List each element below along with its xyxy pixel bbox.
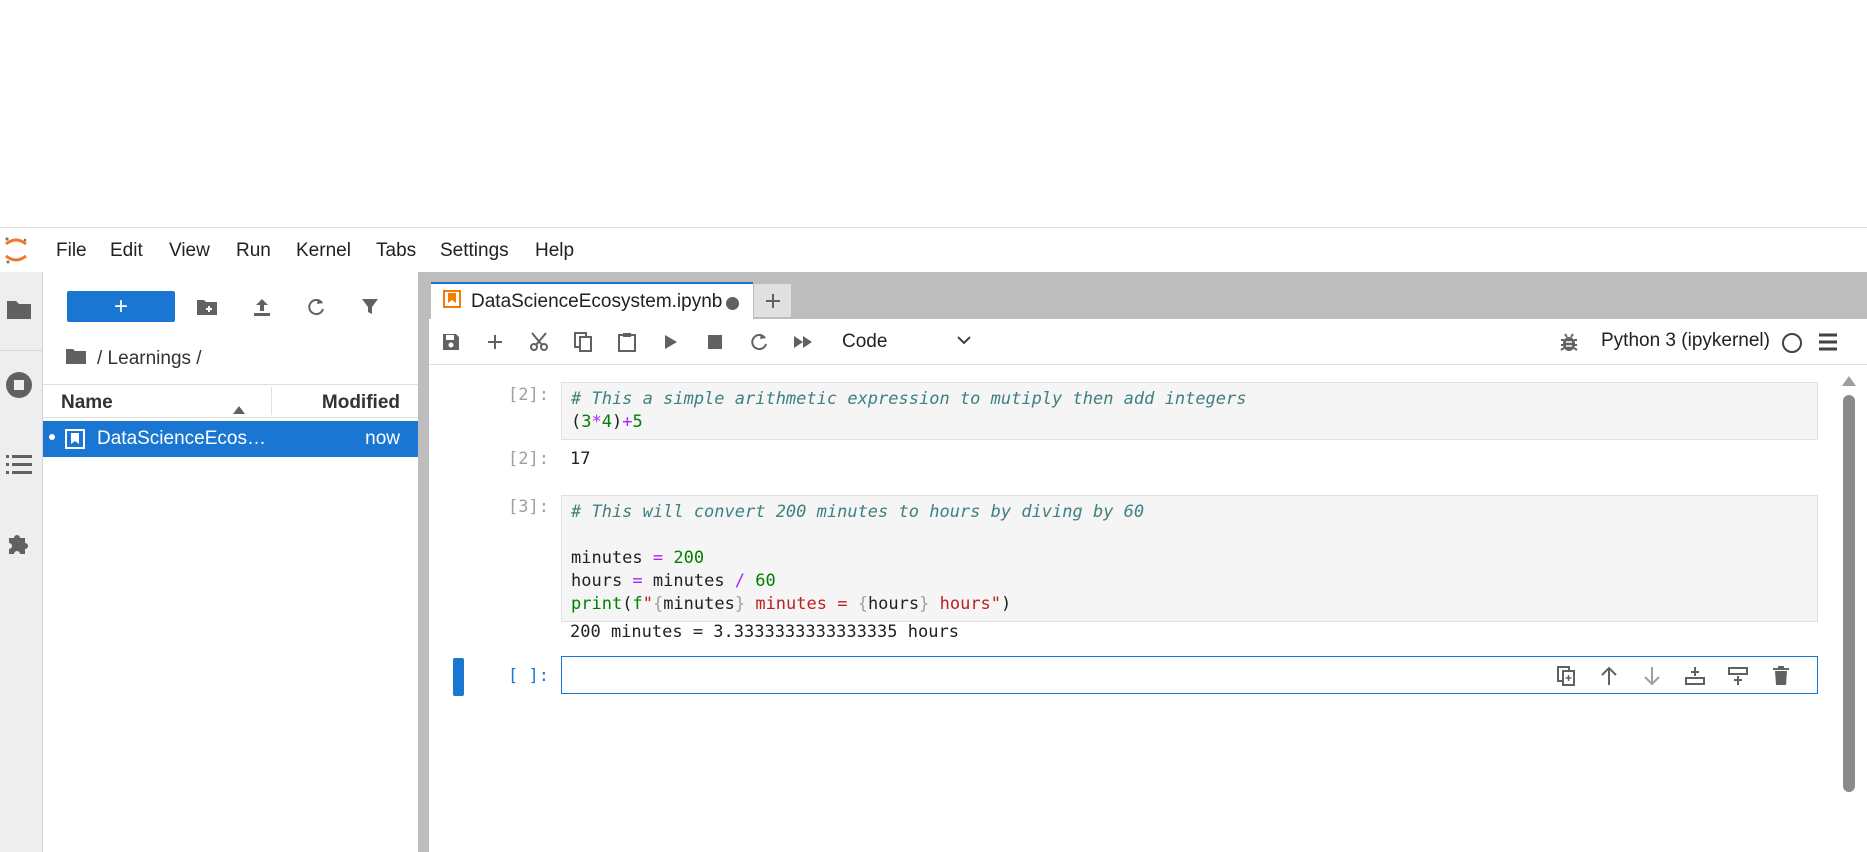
code-line: (3*4)+5 (571, 412, 643, 432)
cell-output: 17 (570, 449, 591, 469)
running-terminals-icon[interactable] (4, 370, 34, 400)
column-divider[interactable] (271, 387, 272, 415)
code-line: # This will convert 200 minutes to hours… (571, 502, 1145, 522)
main-area: DataScienceEcosystem.ipynb Code Python 3… (429, 272, 1867, 852)
save-icon[interactable] (437, 328, 465, 356)
tab-bar: DataScienceEcosystem.ipynb (429, 272, 1867, 319)
delete-cell-icon[interactable] (1767, 662, 1795, 690)
kernel-status-icon (1782, 333, 1802, 353)
panel-splitter[interactable] (418, 272, 429, 852)
menu-edit[interactable]: Edit (110, 240, 143, 262)
copy-icon[interactable] (569, 328, 597, 356)
menu-icon[interactable] (1814, 328, 1842, 356)
file-name: DataScienceEcosy... (97, 428, 267, 449)
plus-icon (765, 293, 780, 308)
scroll-up-arrow-icon[interactable] (1842, 373, 1856, 391)
cut-icon[interactable] (525, 328, 553, 356)
file-list-item[interactable]: DataScienceEcosy... now (43, 421, 418, 457)
scrollbar-thumb[interactable] (1843, 395, 1855, 792)
menu-bar: File Edit View Run Kernel Tabs Settings … (0, 228, 1867, 272)
column-modified-header[interactable]: Modified (322, 392, 400, 414)
paste-icon[interactable] (613, 328, 641, 356)
running-indicator-icon (49, 434, 55, 440)
activity-bar (0, 272, 43, 852)
breadcrumb: / Learnings / (65, 346, 202, 372)
sort-ascending-icon (233, 398, 245, 420)
upload-icon[interactable] (248, 293, 276, 321)
move-down-icon[interactable] (1638, 662, 1666, 690)
menu-view[interactable]: View (169, 240, 210, 262)
insert-above-icon[interactable] (1681, 662, 1709, 690)
menu-kernel[interactable]: Kernel (296, 240, 351, 262)
notebook-scrollbar[interactable] (1838, 373, 1860, 852)
cell-output-prompt: [2]: (508, 449, 549, 469)
notebook-toolbar: Code Python 3 (ipykernel) (429, 319, 1867, 365)
code-cell-input[interactable]: # This will convert 200 minutes to hours… (561, 495, 1818, 622)
cell-output: 200 minutes = 3.3333333333333335 hours (570, 622, 959, 642)
cell-input-prompt: [2]: (508, 385, 549, 405)
folder-icon[interactable] (4, 294, 34, 324)
menu-run[interactable]: Run (236, 240, 271, 262)
new-folder-icon[interactable] (193, 293, 221, 321)
code-cell-input[interactable]: # This a simple arithmetic expression to… (561, 382, 1818, 440)
code-line: minutes = 200 (571, 548, 705, 568)
tab-notebook[interactable]: DataScienceEcosystem.ipynb (431, 282, 753, 319)
cell-input-prompt: [3]: (508, 497, 549, 517)
menu-settings[interactable]: Settings (440, 240, 509, 262)
new-tab-button[interactable] (754, 284, 791, 317)
menu-help[interactable]: Help (535, 240, 574, 262)
code-cell-input[interactable] (561, 656, 1818, 694)
extensions-icon[interactable] (4, 528, 34, 558)
insert-cell-icon[interactable] (481, 328, 509, 356)
insert-below-icon[interactable] (1724, 662, 1752, 690)
code-line: hours = minutes / 60 (571, 571, 776, 591)
refresh-icon[interactable] (302, 293, 330, 321)
code-line: print(f"{minutes} minutes = {hours} hour… (571, 594, 1012, 614)
cell-type-select[interactable]: Code (842, 328, 972, 356)
plus-icon: + (113, 292, 128, 320)
code-line: # This a simple arithmetic expression to… (571, 389, 1247, 409)
notebook-panel: Code Python 3 (ipykernel) [2]: # This a … (429, 319, 1867, 852)
restart-icon[interactable] (745, 328, 773, 356)
notebook-icon (443, 290, 461, 313)
table-of-contents-icon[interactable] (4, 449, 34, 479)
fast-forward-icon[interactable] (789, 328, 817, 356)
blank-area (0, 0, 1867, 228)
run-icon[interactable] (657, 328, 685, 356)
tab-label: DataScienceEcosystem.ipynb (471, 290, 723, 312)
move-up-icon[interactable] (1595, 662, 1623, 690)
menu-file[interactable]: File (56, 240, 87, 262)
jupyter-logo-icon (2, 235, 30, 265)
home-folder-icon[interactable] (65, 347, 87, 371)
file-list-header: Name Modified (43, 384, 418, 418)
chevron-down-icon (956, 332, 972, 354)
notebook-icon (65, 429, 85, 455)
menu-tabs[interactable]: Tabs (376, 240, 416, 262)
stop-icon[interactable] (701, 328, 729, 356)
breadcrumb-path[interactable]: / Learnings / (97, 348, 202, 370)
debugger-icon[interactable] (1555, 328, 1583, 356)
file-browser: + / Learnings / Name Modified DataScienc… (43, 272, 418, 852)
cell-input-prompt: [ ]: (508, 666, 549, 686)
cell-type-value: Code (842, 331, 888, 352)
column-name-header[interactable]: Name (61, 392, 113, 414)
duplicate-cell-icon[interactable] (1552, 662, 1580, 690)
kernel-name[interactable]: Python 3 (ipykernel) (1601, 330, 1770, 352)
file-modified: now (365, 428, 400, 449)
unsaved-indicator-icon[interactable] (726, 297, 739, 310)
new-launcher-button[interactable]: + (67, 291, 175, 322)
filter-icon[interactable] (356, 293, 384, 321)
activity-separator (0, 350, 43, 351)
